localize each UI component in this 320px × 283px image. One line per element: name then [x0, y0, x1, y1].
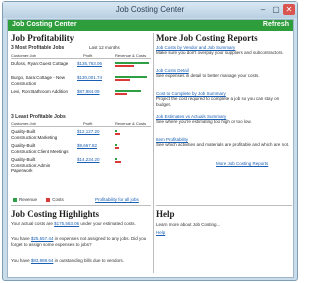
window-title: Job Costing Center	[115, 5, 185, 14]
legend-revenue: Revenue	[19, 197, 38, 202]
report-item: Job Costs Detail See expenses in detail t…	[156, 68, 292, 79]
col-revenue-costs: Revenue & Costs	[115, 121, 147, 126]
minimize-icon[interactable]: –	[257, 4, 269, 15]
revenue-bar	[115, 90, 141, 92]
job-profit-link[interactable]: $9,667.82	[77, 143, 97, 148]
header-bar: Job Costing Center Refresh	[8, 20, 293, 31]
least-profitable-heading: 3 Least Profitable Jobs	[11, 114, 66, 120]
job-row: Quality-Built Construction:Marketing $12,…	[11, 129, 151, 143]
help-title: Help	[156, 209, 175, 219]
highlight-outstanding-bills: You have $83,889.64 in outstanding bills…	[11, 258, 151, 264]
cost-bar	[115, 93, 127, 95]
cost-bar	[115, 79, 130, 81]
highlight-text: You have	[11, 236, 30, 241]
section-divider	[11, 205, 151, 206]
most-profitable-heading: 3 Most Profitable Jobs	[11, 45, 65, 51]
report-description: See which activities and materials are p…	[156, 142, 290, 147]
cost-bar	[115, 161, 121, 163]
report-description: Project the cost required to complete a …	[156, 96, 280, 107]
app-window: Job Costing Center – ▢ ✕ Job Costing Cen…	[2, 1, 298, 281]
refresh-button[interactable]: Refresh	[263, 21, 289, 28]
job-profit-link[interactable]: $12,127.20	[77, 129, 100, 134]
window-titlebar[interactable]: Job Costing Center – ▢ ✕	[3, 2, 297, 18]
job-row: Quality-Built Construction:Admin Paperwo…	[11, 157, 151, 173]
more-reports-title: More Job Costing Reports	[156, 33, 258, 43]
cost-bar	[115, 147, 119, 149]
col-profit: Profit	[83, 121, 93, 126]
period-label: Last 12 months	[89, 45, 120, 50]
job-name: Levi, Ron:Bathroom Addition	[11, 89, 69, 94]
job-name: Quality-Built Construction:Admin Paperwo…	[11, 157, 51, 173]
column-divider	[153, 33, 154, 273]
highlight-actual-costs: Your actual costs are $175,563.06 under …	[11, 221, 151, 227]
job-row: Dufoss, Ryan:Guest Cottage $135,763.06	[11, 61, 151, 75]
job-row: Burgo, Sara:Cottage - New Construction $1…	[11, 75, 151, 89]
more-reports-link[interactable]: More Job Costing Reports	[216, 161, 268, 166]
revenue-bar	[115, 130, 117, 132]
col-customer-job: Customer:Job	[11, 121, 36, 126]
profitability-all-jobs-link[interactable]: Profitability for all jobs	[95, 197, 139, 202]
least-table-header: Customer:Job Profit Revenue & Costs	[11, 121, 151, 127]
unassigned-expenses-link[interactable]: $25,557.44	[31, 236, 54, 241]
maximize-icon[interactable]: ▢	[270, 4, 282, 15]
job-profit-link[interactable]: $130,001.74	[77, 75, 102, 80]
outstanding-bills-link[interactable]: $83,889.64	[31, 258, 54, 263]
revenue-bar	[115, 76, 147, 78]
cost-bar	[115, 133, 120, 135]
report-description: See where you're estimating too high or …	[156, 119, 252, 124]
highlight-text: under your estimated costs.	[80, 221, 136, 226]
job-name: Quality-Built Construction:Marketing	[11, 129, 58, 140]
header-title: Job Costing Center	[12, 21, 77, 28]
highlight-text: You have	[11, 258, 30, 263]
help-link[interactable]: Help	[156, 230, 165, 235]
cost-bar	[115, 65, 134, 67]
report-item: Job Costs by Vendor and Job Summary Make …	[156, 45, 292, 56]
highlight-text: Your actual costs are	[11, 221, 53, 226]
report-item: Job Estimates vs Actuals Summary See wher…	[156, 114, 292, 125]
col-customer-job: Customer:Job	[11, 53, 36, 58]
most-table-header: Customer:Job Profit Revenue & Costs	[11, 53, 151, 59]
revenue-swatch	[13, 197, 17, 202]
revenue-bar	[115, 144, 117, 146]
job-name: Burgo, Sara:Cottage - New Construction	[11, 75, 66, 86]
costs-swatch	[46, 197, 51, 202]
report-description: Make sure you don't overpay your supplie…	[156, 50, 284, 55]
job-row: Quality-Built Construction:Client Meetin…	[11, 143, 151, 157]
job-costing-highlights-title: Job Costing Highlights	[11, 209, 100, 219]
actual-costs-link[interactable]: $175,563.06	[54, 221, 79, 226]
section-divider	[156, 205, 292, 206]
report-description: See expenses in detail to better manage …	[156, 73, 260, 78]
job-costing-center-panel: Job Costing Center Refresh Job Profitabi…	[7, 19, 294, 278]
job-name: Quality-Built Construction:Client Meetin…	[11, 143, 69, 154]
help-text: Learn more about Job Costing...	[156, 222, 221, 227]
job-name: Dufoss, Ryan:Guest Cottage	[11, 61, 69, 66]
job-profit-link[interactable]: $135,763.06	[77, 61, 102, 66]
job-profit-link[interactable]: $87,984.09	[77, 89, 100, 94]
job-profit-link[interactable]: $14,234.20	[77, 157, 100, 162]
chart-legend: Revenue Costs	[13, 197, 64, 202]
highlight-text: in outstanding bills due to vendors.	[54, 258, 124, 263]
revenue-bar	[115, 62, 149, 64]
job-row: Levi, Ron:Bathroom Addition $87,984.09	[11, 89, 151, 103]
report-item: Cost to Complete by Job Summary Project t…	[156, 91, 292, 107]
revenue-bar	[115, 158, 117, 160]
close-icon[interactable]: ✕	[283, 4, 295, 15]
highlight-unassigned-expenses: You have $25,557.44 in expenses not assi…	[11, 236, 151, 248]
legend-costs: Costs	[52, 197, 64, 202]
report-item: Item Profitability See which activities a…	[156, 137, 292, 148]
job-profitability-title: Job Profitability	[11, 33, 75, 43]
col-revenue-costs: Revenue & Costs	[115, 53, 147, 58]
col-profit: Profit	[83, 53, 93, 58]
